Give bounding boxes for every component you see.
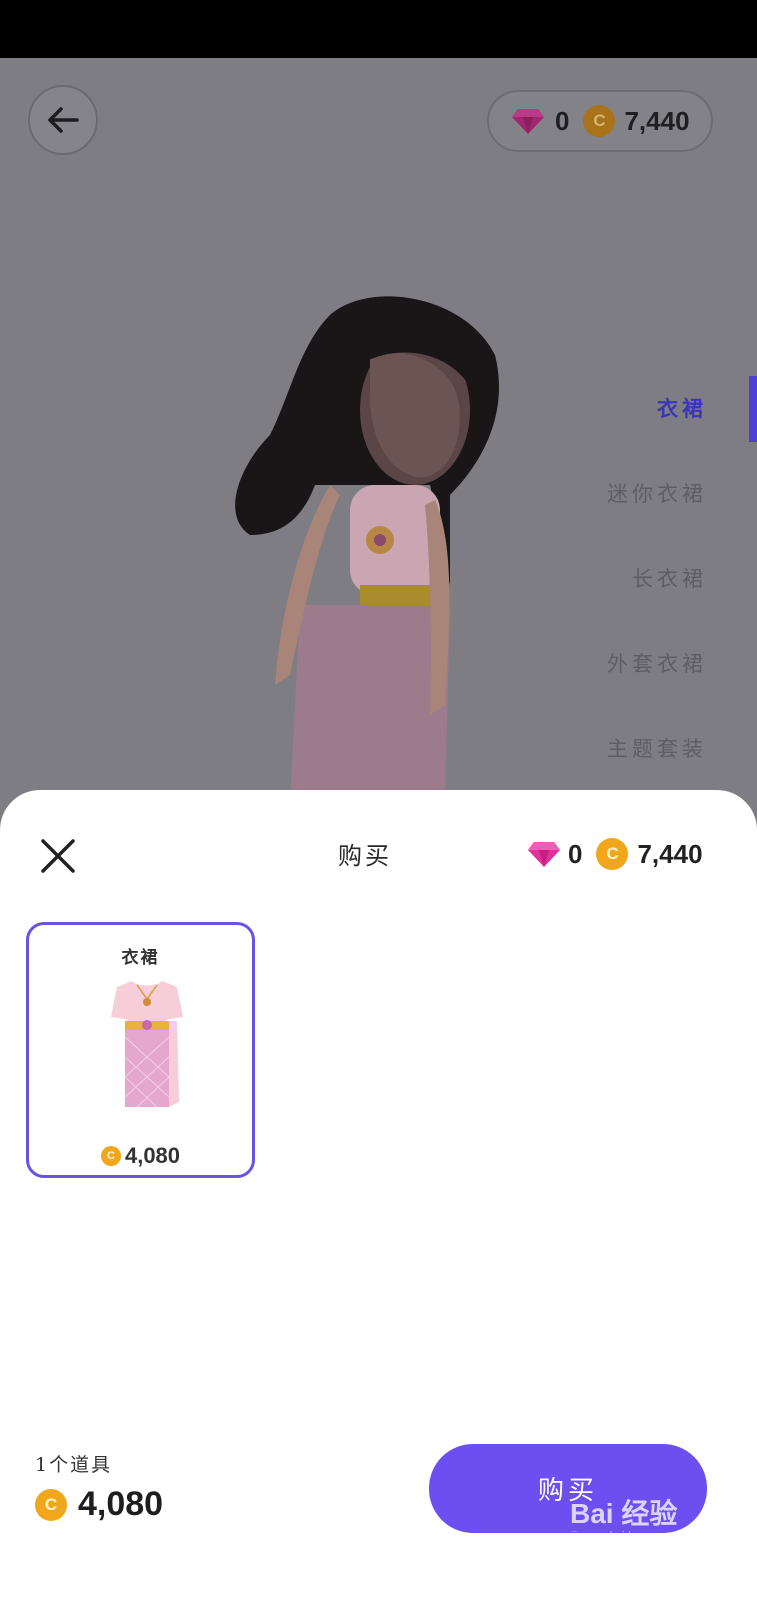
watermark-url: jingyan.baidu.com — [572, 1530, 661, 1542]
close-icon[interactable] — [38, 836, 78, 876]
item-price: C 4,080 — [29, 1143, 252, 1169]
gem-icon — [528, 842, 560, 867]
category-item-coat-dress[interactable]: 外套衣裙 — [607, 648, 707, 678]
category-item-long-dress[interactable]: 长衣裙 — [632, 563, 707, 593]
category-item-theme-set[interactable]: 主题套装 — [607, 733, 707, 763]
dress-thumbnail — [111, 981, 183, 1108]
sheet-title: 购买 — [338, 842, 392, 870]
coin-icon: C — [35, 1488, 67, 1521]
category-item-mini-dress[interactable]: 迷你衣裙 — [607, 478, 707, 508]
gem-icon — [512, 109, 544, 134]
item-price-value: 4,080 — [124, 1143, 181, 1168]
coin-icon: C — [583, 105, 616, 137]
watermark: Bai 经验 jingyan.baidu.com — [570, 1486, 710, 1556]
item-count-label: 1个道具 — [35, 1454, 113, 1476]
sheet-coin-count: 7,440 — [637, 838, 703, 869]
category-item-dress[interactable]: 衣裙 — [657, 393, 707, 423]
sheet-currency-balance: 0 C 7,440 — [527, 836, 703, 872]
total-price: C 4,080 — [35, 1485, 163, 1524]
coin-icon: C — [100, 1146, 121, 1166]
item-card-dress[interactable]: 衣裙 C 4,080 — [26, 922, 255, 1178]
coin-count: 7,440 — [624, 105, 690, 136]
sheet-gem-count: 0 — [568, 838, 583, 869]
status-bar — [0, 0, 757, 58]
gem-count: 0 — [555, 105, 570, 136]
currency-balance: 0 C 7,440 — [487, 90, 713, 152]
item-name: 衣裙 — [121, 948, 160, 968]
category-active-indicator — [749, 376, 757, 442]
coin-icon: C — [596, 838, 629, 870]
avatar-figure — [235, 296, 499, 805]
back-button[interactable] — [28, 85, 98, 155]
back-arrow-icon — [48, 107, 79, 133]
watermark-text: Bai 经验 — [570, 1498, 678, 1529]
total-price-value: 4,080 — [78, 1485, 164, 1523]
